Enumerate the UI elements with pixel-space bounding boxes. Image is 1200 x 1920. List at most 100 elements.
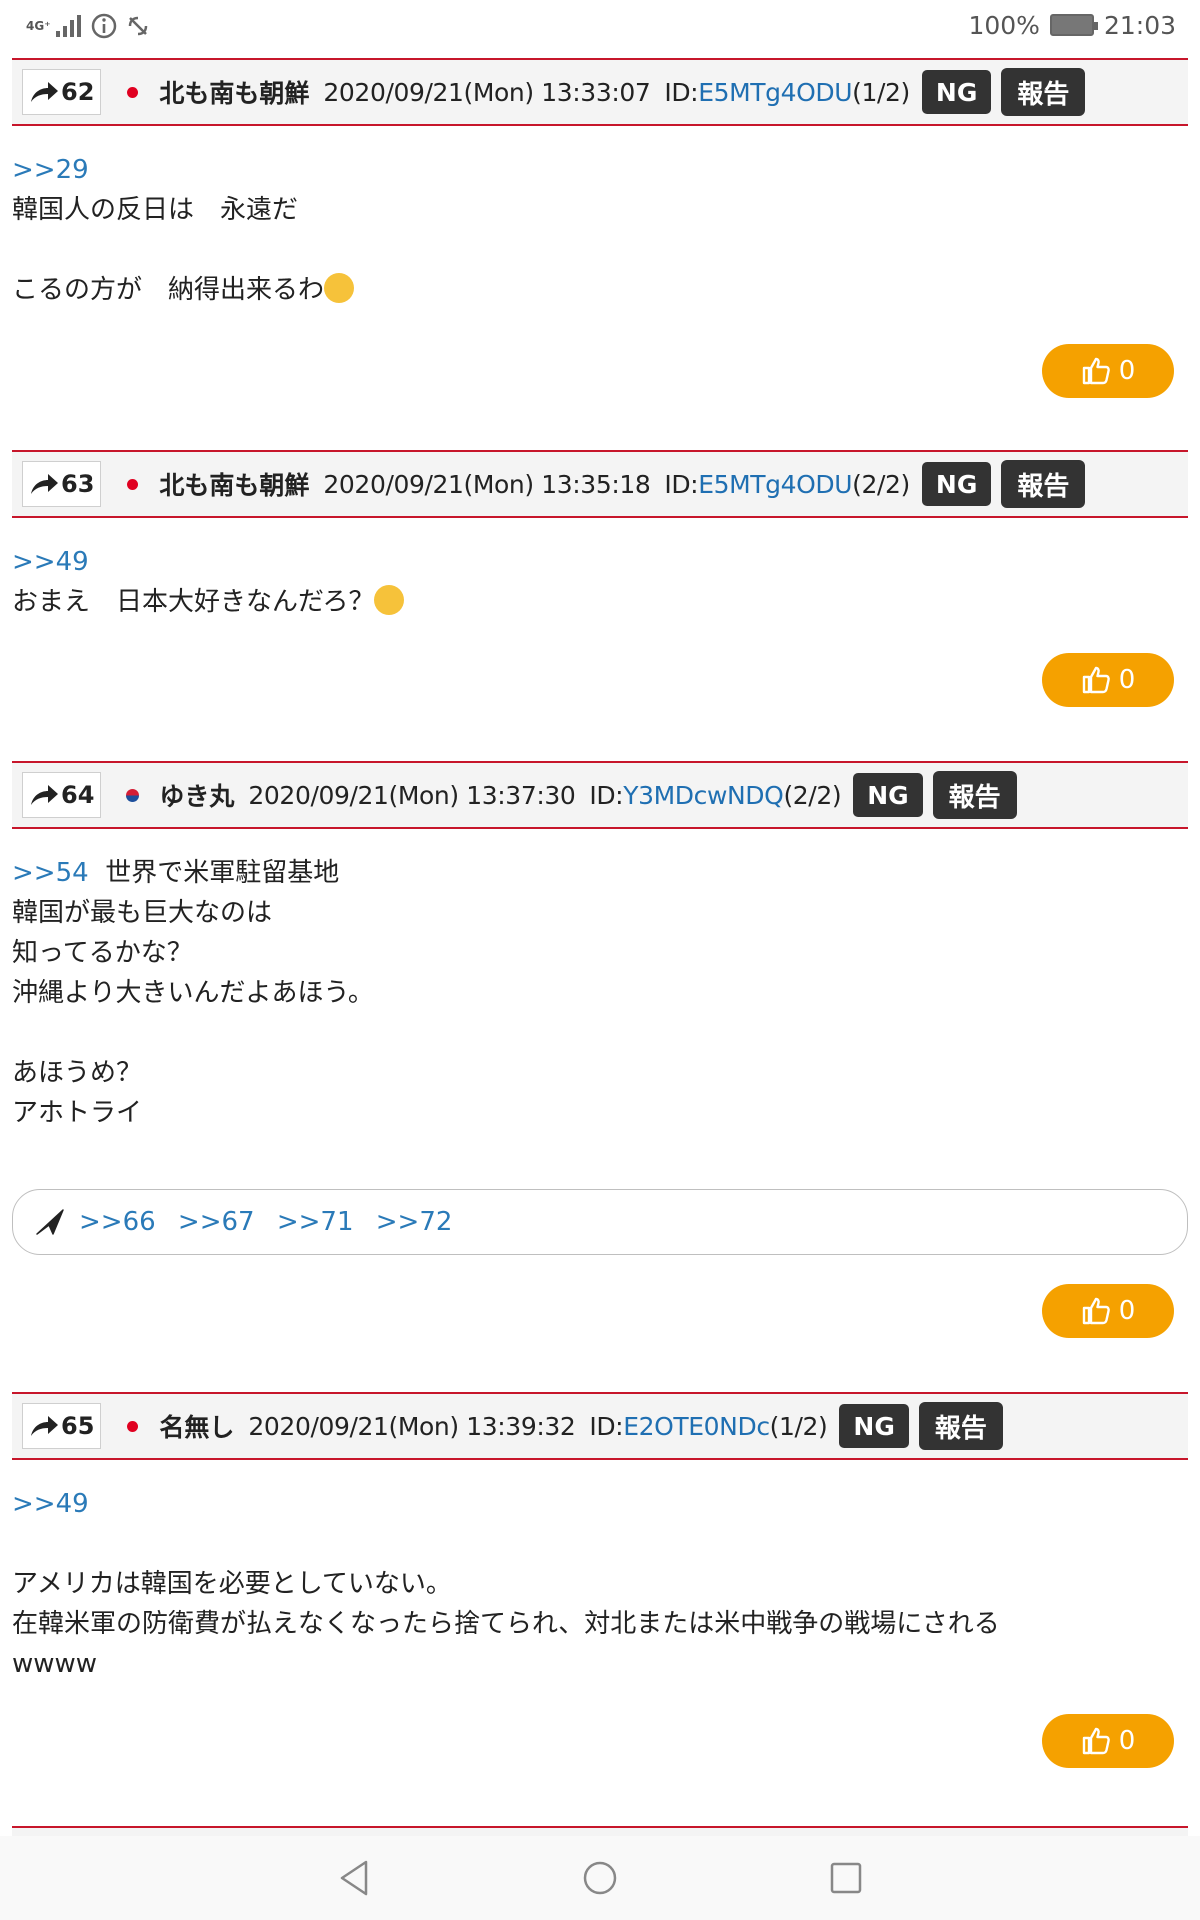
reply-link[interactable]: >>72 <box>376 1207 453 1237</box>
id-link[interactable]: E5MTg4ODU <box>698 78 852 107</box>
hand-over-mouth-emoji-icon <box>374 585 405 615</box>
post-number-button[interactable]: 64 <box>22 772 102 818</box>
reply-arrow-icon <box>31 82 58 102</box>
report-button[interactable]: 報告 <box>932 771 1017 819</box>
network-type: 4G⁺ <box>26 19 51 33</box>
report-button[interactable]: 報告 <box>1001 68 1086 116</box>
poster-name: ゆき丸 <box>159 782 235 811</box>
back-icon[interactable] <box>332 1856 376 1900</box>
post-header: 65 名無し 2020/09/21(Mon) 13:39:32 ID:E2OTE… <box>12 1392 1188 1460</box>
replies-box: >>66 >>67 >>71 >>72 <box>12 1189 1188 1255</box>
anchor-link[interactable]: >>49 <box>12 1484 1000 1524</box>
id-count: (2/2) <box>852 469 910 499</box>
id-count: (1/2) <box>852 77 910 107</box>
post-number-button[interactable]: 65 <box>22 1403 102 1449</box>
like-button[interactable]: 0 <box>1042 344 1174 398</box>
id-count: (2/2) <box>783 780 842 810</box>
body-line: >>54 世界で米軍駐留基地 <box>12 858 340 888</box>
report-button[interactable]: 報告 <box>1001 460 1086 508</box>
post-body: >>49​ アメリカは韓国を必要としていない。在韓米軍の防衛費が払えなくなったら捨… <box>12 1484 1000 1684</box>
post-number: 63 <box>61 470 95 498</box>
body-line: 韓国が最も巨大なのは <box>12 898 273 928</box>
reply-arrow-icon <box>31 474 58 494</box>
poster-id: ID:Y3MDcwNDQ(2/2) <box>589 781 841 810</box>
status-bar: 4G⁺ 100% 21:03 <box>0 0 1200 50</box>
post-datetime: 2020/09/21(Mon) 13:33:07 <box>323 77 651 107</box>
reply-links: >>66 >>67 >>71 >>72 <box>65 1207 452 1237</box>
id-prefix: ID: <box>664 77 699 107</box>
thumbs-up-icon <box>1082 1727 1110 1755</box>
reply-link[interactable]: >>71 <box>277 1207 354 1237</box>
japan-flag-icon <box>121 81 143 103</box>
post-number: 64 <box>61 781 95 809</box>
report-button[interactable]: 報告 <box>918 1402 1003 1450</box>
post-number-button[interactable]: 63 <box>22 461 102 507</box>
id-link[interactable]: Y3MDcwNDQ <box>623 781 784 810</box>
poster-name: 北も南も朝鮮 <box>159 471 310 500</box>
korea-flag-icon <box>121 784 143 806</box>
body-line: ​ <box>12 230 354 270</box>
body-line: アメリカは韓国を必要としていない。 <box>12 1569 452 1599</box>
post-number-button[interactable]: 62 <box>22 69 102 115</box>
system-nav-bar <box>0 1836 1200 1920</box>
like-button[interactable]: 0 <box>1042 1714 1174 1768</box>
send-icon <box>36 1209 64 1235</box>
post-body: >>54 世界で米軍駐留基地 韓国が最も巨大なのは 知ってるかな？ 沖縄より大きいんだ… <box>12 853 374 1133</box>
like-count: 0 <box>1118 1726 1136 1756</box>
ng-button[interactable]: NG <box>921 462 992 506</box>
like-count: 0 <box>1118 356 1136 386</box>
body-line: 韓国人の反日は 永遠だ <box>12 195 299 225</box>
reply-arrow-icon <box>31 785 58 805</box>
battery-percent: 100% <box>968 10 1040 40</box>
status-right: 100% 21:03 <box>968 10 1176 40</box>
like-button[interactable]: 0 <box>1042 653 1174 707</box>
id-link[interactable]: E5MTg4ODU <box>698 470 852 499</box>
body-line: ​ <box>12 1013 374 1053</box>
vibrate-icon <box>128 16 148 36</box>
next-post-divider <box>12 1826 1188 1836</box>
body-line: ​ <box>12 1524 1000 1564</box>
japan-flag-icon <box>121 473 143 495</box>
reply-arrow-icon <box>31 1416 58 1436</box>
post-header: 62 北も南も朝鮮 2020/09/21(Mon) 13:33:07 ID:E5… <box>12 58 1188 126</box>
post-datetime: 2020/09/21(Mon) 13:39:32 <box>248 1411 576 1441</box>
signal-icon <box>56 15 81 37</box>
thumbs-up-icon <box>1082 666 1110 694</box>
reply-link[interactable]: >>66 <box>79 1207 156 1237</box>
like-count: 0 <box>1118 665 1136 695</box>
poster-id: ID:E5MTg4ODU(2/2) <box>664 470 910 499</box>
poster-name: 名無し <box>159 1413 235 1442</box>
japan-flag-icon <box>121 1415 143 1437</box>
id-count: (1/2) <box>769 1411 828 1441</box>
id-prefix: ID: <box>664 469 699 499</box>
status-left: 4G⁺ <box>26 6 152 46</box>
info-icon <box>91 13 117 39</box>
home-icon[interactable] <box>578 1856 622 1900</box>
body-line: 在韓米軍の防衛費が払えなくなったら捨てられ、対北または米中戦争の戦場にされる <box>12 1609 1000 1639</box>
post-body: >>49 おまえ 日本大好きなんだろ？ <box>12 542 405 622</box>
post-number: 65 <box>61 1412 95 1440</box>
body-line: あほうめ？ <box>12 1058 143 1088</box>
post-body: >>29 韓国人の反日は 永遠だ ​こるの方が 納得出来るわ <box>12 150 355 310</box>
post-number: 62 <box>61 78 95 106</box>
id-prefix: ID: <box>589 1411 624 1441</box>
poster-id: ID:E2OTE0NDc(1/2) <box>589 1412 827 1441</box>
id-link[interactable]: E2OTE0NDc <box>623 1412 770 1441</box>
like-button[interactable]: 0 <box>1042 1284 1174 1338</box>
anchor-link[interactable]: >>49 <box>12 542 404 582</box>
battery-icon <box>1049 14 1098 36</box>
ng-button[interactable]: NG <box>839 1404 909 1448</box>
recents-icon[interactable] <box>824 1856 868 1900</box>
rofl-emoji-icon <box>324 273 355 303</box>
post-header: 63 北も南も朝鮮 2020/09/21(Mon) 13:35:18 ID:E5… <box>12 450 1188 518</box>
reply-link[interactable]: >>67 <box>178 1207 255 1237</box>
ng-button[interactable]: NG <box>921 70 992 114</box>
body-line: 知ってるかな？ <box>12 938 193 968</box>
id-prefix: ID: <box>589 780 624 810</box>
anchor-link[interactable]: >>54 <box>12 858 89 888</box>
body-line: wwww <box>12 1649 98 1679</box>
clock: 21:03 <box>1103 10 1176 40</box>
ng-button[interactable]: NG <box>853 773 923 817</box>
body-line: おまえ 日本大好きなんだろ？ <box>12 582 405 622</box>
anchor-link[interactable]: >>29 <box>12 150 354 190</box>
